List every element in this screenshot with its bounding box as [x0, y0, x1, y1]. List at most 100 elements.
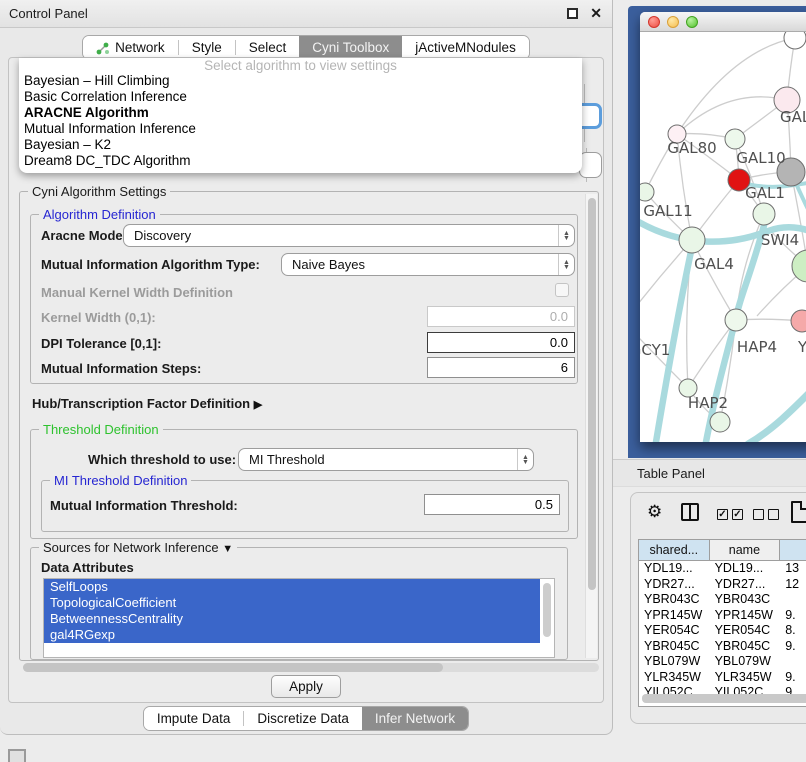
mi-threshold-group-title: MI Threshold Definition — [50, 473, 191, 488]
attribute-item[interactable]: SelfLoops — [44, 579, 540, 595]
data-attributes-list[interactable]: SelfLoops TopologicalCoefficient Between… — [43, 578, 555, 658]
zoom-traffic-light-icon[interactable] — [686, 16, 698, 28]
tab-jactivemnodules[interactable]: jActiveMNodules — [402, 36, 529, 59]
mi-type-combo[interactable]: Naive Bayes ▲▼ — [281, 253, 575, 276]
svg-text:GAL7: GAL7 — [780, 108, 806, 126]
tab-style[interactable]: Style — [179, 36, 235, 59]
dpi-tolerance-field[interactable]: 0.0 — [427, 332, 575, 353]
threshold-definition-title: Threshold Definition — [39, 422, 163, 437]
deselect-all-checkbox-icon[interactable] — [753, 509, 764, 520]
dropdown-item-selected[interactable]: ARACNE Algorithm — [19, 105, 582, 121]
tab-infer-network[interactable]: Infer Network — [362, 707, 468, 730]
stepper-icon: ▲▼ — [517, 449, 533, 470]
svg-text:SWI4: SWI4 — [761, 231, 799, 249]
mi-threshold-group: MI Threshold Definition Mutual Informati… — [41, 480, 569, 532]
table-row[interactable]: YDL19...YDL19...13 — [639, 561, 806, 577]
table-panel: ⚙ ✓ ✓ shared... name A YDL19...YDL19...1… — [630, 492, 806, 724]
select-all-checkbox-icon[interactable]: ✓ — [717, 509, 728, 520]
float-panel-icon[interactable] — [567, 8, 578, 19]
attribute-item[interactable]: BetweennessCentrality — [44, 611, 540, 627]
table-header-row: shared... name A — [639, 540, 806, 561]
svg-text:GAL1: GAL1 — [745, 184, 785, 202]
mi-threshold-label: Mutual Information Threshold: — [50, 498, 238, 513]
dropdown-item[interactable]: Dream8 DC_TDC Algorithm — [19, 153, 582, 169]
table-row[interactable]: YBR045CYBR045C9. — [639, 639, 806, 655]
table-panel-titlebar: Table Panel — [613, 459, 806, 487]
svg-text:GCY1: GCY1 — [640, 341, 670, 359]
manual-kernel-label: Manual Kernel Width Definition — [41, 285, 233, 300]
network-icon — [96, 41, 110, 55]
control-panel-titlebar: Control Panel ✕ — [0, 0, 612, 28]
svg-text:HAP2: HAP2 — [688, 394, 728, 412]
which-threshold-label: Which threshold to use: — [88, 452, 236, 467]
svg-text:GAL10: GAL10 — [736, 149, 785, 167]
dropdown-item[interactable]: Mutual Information Inference — [19, 121, 582, 137]
mi-steps-field[interactable]: 6 — [427, 357, 575, 378]
hub-definition-toggle[interactable]: Hub/Transcription Factor Definition ▶ — [32, 396, 262, 411]
manual-kernel-checkbox[interactable] — [555, 283, 569, 297]
tab-select[interactable]: Select — [236, 36, 300, 59]
attribute-item[interactable]: TopologicalCoefficient — [44, 595, 540, 611]
network-window-titlebar[interactable] — [640, 12, 806, 32]
settings-vertical-scrollbar[interactable] — [585, 194, 597, 658]
column-header[interactable]: shared... — [639, 540, 710, 560]
collapsed-arrow-icon: ▶ — [254, 399, 262, 411]
close-traffic-light-icon[interactable] — [648, 16, 660, 28]
column-layout-icon[interactable] — [681, 503, 699, 521]
aracne-mode-combo[interactable]: Discovery ▲▼ — [123, 224, 575, 247]
svg-text:GAL11: GAL11 — [643, 202, 692, 220]
network-graph: GAL7GAL80GAL10GAL1GAL11GAL4SWI4GCY1HAP4Y… — [640, 32, 806, 442]
stepper-icon: ▲▼ — [558, 254, 574, 275]
dpi-tolerance-label: DPI Tolerance [0,1]: — [41, 336, 161, 351]
svg-text:Y: Y — [797, 338, 806, 356]
mi-type-label: Mutual Information Algorithm Type: — [41, 257, 260, 272]
control-panel: Control Panel ✕ Network Style Select Cyn… — [0, 0, 613, 735]
table-row[interactable]: YDR27...YDR27...12 — [639, 577, 806, 593]
network-view-window: GAL7GAL80GAL10GAL1GAL11GAL4SWI4GCY1HAP4Y… — [640, 12, 806, 442]
table-horizontal-scrollbar[interactable] — [642, 694, 806, 703]
which-threshold-combo[interactable]: MI Threshold ▲▼ — [238, 448, 534, 471]
close-icon[interactable]: ✕ — [590, 5, 602, 22]
sources-group-title[interactable]: Sources for Network Inference ▼ — [39, 540, 237, 555]
table-row[interactable]: YBR043CYBR043C — [639, 592, 806, 608]
minimize-traffic-light-icon[interactable] — [667, 16, 679, 28]
svg-text:GAL80: GAL80 — [667, 139, 716, 157]
kernel-width-field[interactable]: 0.0 — [427, 306, 575, 327]
dropdown-item[interactable]: Bayesian – K2 — [19, 137, 582, 153]
aracne-mode-label: Aracne Mode: — [41, 228, 127, 243]
table-row[interactable]: YLR345WYLR345W9. — [639, 670, 806, 686]
bottom-tabbar: Impute Data Discretize Data Infer Networ… — [0, 706, 612, 731]
column-header[interactable]: name — [710, 540, 781, 560]
export-table-icon[interactable] — [791, 501, 806, 523]
mi-steps-label: Mutual Information Steps: — [41, 361, 201, 376]
minimized-panel-icon[interactable] — [8, 749, 26, 762]
algorithm-dropdown: Select algorithm to view settings Bayesi… — [19, 58, 582, 173]
select-all-checkbox-icon[interactable]: ✓ — [732, 509, 743, 520]
tab-network[interactable]: Network — [83, 36, 178, 59]
apply-button[interactable]: Apply — [271, 675, 341, 698]
network-canvas[interactable]: GAL7GAL80GAL10GAL1GAL11GAL4SWI4GCY1HAP4Y… — [640, 32, 806, 442]
column-header[interactable]: A — [780, 540, 806, 560]
settings-horizontal-scrollbar[interactable] — [23, 663, 599, 672]
tab-discretize-data[interactable]: Discretize Data — [244, 707, 362, 730]
algorithm-definition-title: Algorithm Definition — [39, 207, 160, 222]
sources-group: Sources for Network Inference ▼ Data Att… — [30, 547, 568, 660]
tab-impute-data[interactable]: Impute Data — [144, 707, 244, 730]
table-row[interactable]: YPR145WYPR145W9. — [639, 608, 806, 624]
tab-cyni-toolbox[interactable]: Cyni Toolbox — [299, 36, 402, 59]
table-row[interactable]: YBL079WYBL079W — [639, 654, 806, 670]
attribute-item[interactable]: gal4RGexp — [44, 627, 540, 643]
threshold-definition-group: Threshold Definition Which threshold to … — [30, 429, 578, 539]
mi-threshold-field[interactable]: 0.5 — [424, 494, 560, 515]
dropdown-item[interactable]: Basic Correlation Inference — [19, 89, 582, 105]
cyni-toolbox-content: Select algorithm to view settings Bayesi… — [8, 57, 604, 703]
deselect-all-checkbox-icon[interactable] — [768, 509, 779, 520]
cyni-settings-group: Cyni Algorithm Settings Algorithm Defini… — [19, 191, 599, 661]
algorithm-definition-group: Algorithm Definition Aracne Mode: Discov… — [30, 214, 578, 384]
attributes-scrollbar[interactable] — [543, 583, 551, 637]
table-row[interactable]: YER054CYER054C8. — [639, 623, 806, 639]
dropdown-item[interactable]: Bayesian – Hill Climbing — [19, 73, 582, 89]
hidden-table-combo[interactable] — [579, 152, 602, 178]
svg-text:HAP4: HAP4 — [737, 338, 777, 356]
gear-icon[interactable]: ⚙ — [647, 502, 662, 522]
